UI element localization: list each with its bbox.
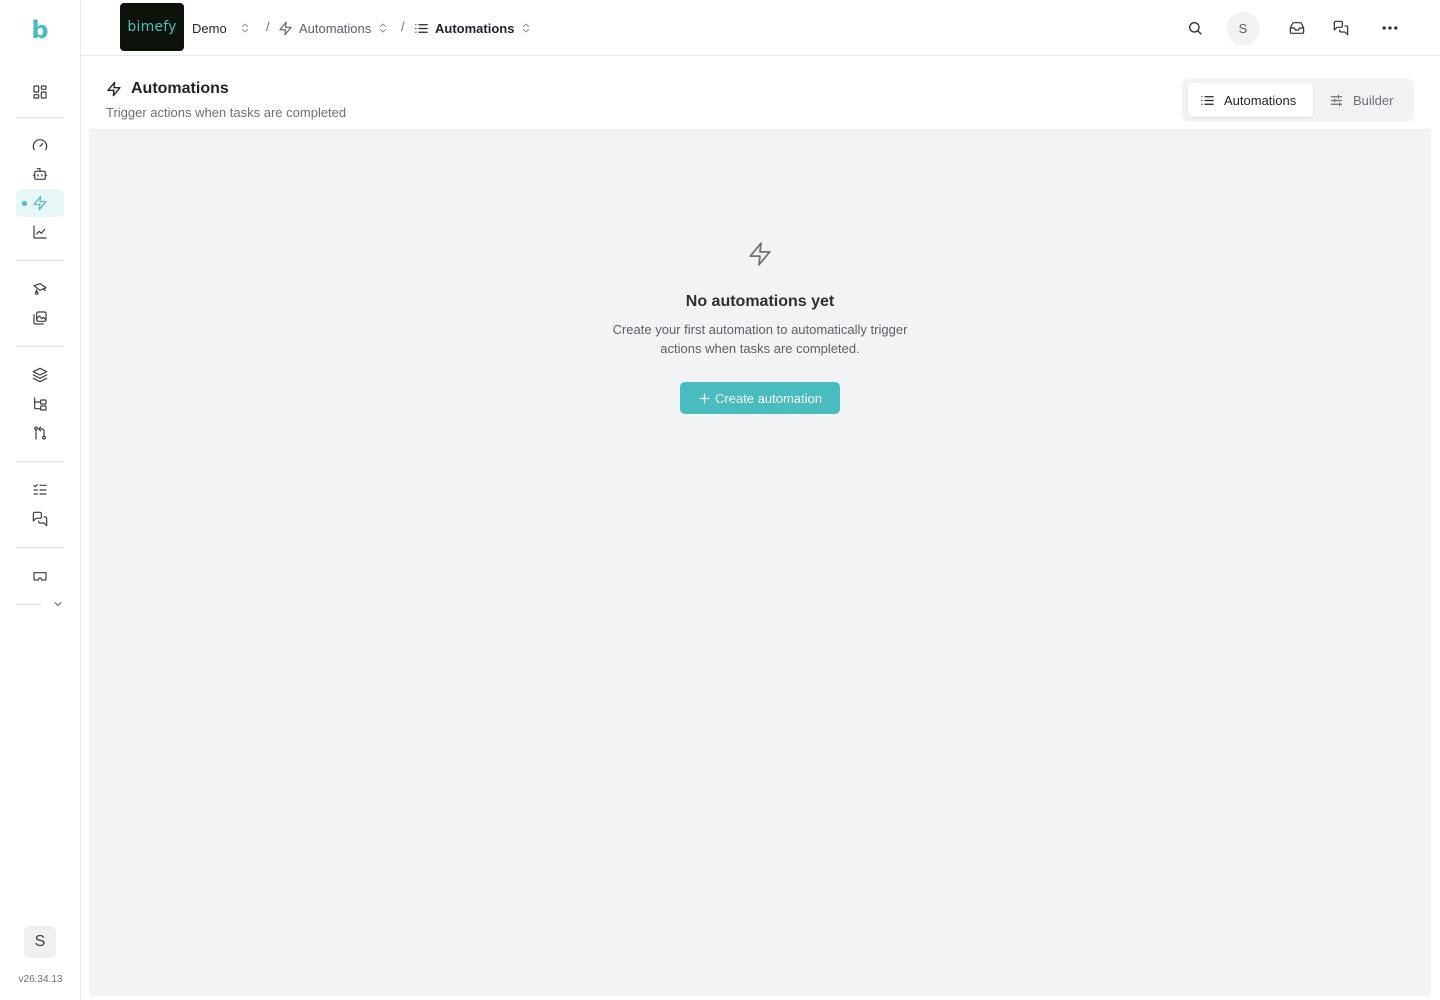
tab-label: Builder: [1353, 92, 1394, 108]
empty-state: No automations yet Create your first aut…: [89, 241, 1431, 414]
inbox-icon[interactable]: [1283, 14, 1311, 42]
page-header: Automations Trigger actions when tasks a…: [89, 65, 1431, 130]
breadcrumb-current[interactable]: Automations: [414, 17, 532, 39]
sidebar: b S v26.34.13: [0, 0, 81, 1000]
images-icon[interactable]: [16, 304, 64, 332]
page-title: Automations: [131, 80, 229, 97]
user-avatar[interactable]: S: [24, 926, 56, 958]
user-avatar[interactable]: S: [1227, 12, 1259, 44]
breadcrumb-label: Demo: [192, 20, 227, 36]
hierarchy-icon[interactable]: [16, 390, 64, 418]
lightning-icon: [278, 21, 293, 36]
search-icon[interactable]: [1181, 14, 1209, 42]
dashboard-icon[interactable]: [16, 78, 64, 106]
robot-icon[interactable]: [16, 160, 64, 188]
brand-logo[interactable]: bimefy: [120, 3, 184, 51]
tab-builder[interactable]: Builder: [1317, 83, 1409, 117]
breadcrumb-project[interactable]: Demo: [192, 17, 251, 39]
sidebar-divider: [16, 260, 64, 261]
tab-automations[interactable]: Automations: [1188, 83, 1313, 117]
chevron-down-icon[interactable]: [52, 598, 64, 610]
sidebar-divider: [16, 604, 42, 605]
sidebar-divider: [16, 117, 64, 118]
breadcrumb-label: Automations: [435, 20, 515, 36]
list-icon: [414, 21, 429, 36]
breadcrumb-section[interactable]: Automations: [278, 17, 389, 39]
page-subtitle: Trigger actions when tasks are completed: [106, 105, 347, 120]
messages-icon[interactable]: [1327, 14, 1355, 42]
merge-icon[interactable]: [16, 419, 64, 447]
breadcrumb-label: Automations: [299, 20, 372, 36]
breadcrumb-separator: /: [266, 19, 270, 34]
gauge-icon[interactable]: [16, 131, 64, 159]
page-title-row: Automations: [106, 80, 229, 98]
create-automation-label: Create automation: [715, 390, 822, 406]
lightning-icon: [747, 241, 773, 267]
checklist-icon[interactable]: [16, 476, 64, 504]
truck-icon[interactable]: [16, 275, 64, 303]
cardboard-icon[interactable]: [16, 562, 64, 590]
list-icon: [1200, 93, 1215, 108]
chart-icon[interactable]: [16, 218, 64, 246]
automations-icon[interactable]: [16, 189, 64, 217]
empty-state-description: Create your first automation to automati…: [612, 322, 908, 356]
topbar: bimefy Demo / Automations / Automations …: [81, 0, 1440, 56]
layers-icon[interactable]: [16, 361, 64, 389]
empty-state-title: No automations yet: [685, 293, 835, 310]
sidebar-divider: [16, 461, 64, 462]
sidebar-divider: [16, 547, 64, 548]
plus-icon: [698, 392, 711, 405]
breadcrumb-separator: /: [401, 19, 405, 34]
sidebar-divider: [16, 346, 64, 347]
tab-label: Automations: [1224, 92, 1297, 108]
chevrons-up-down-icon: [520, 21, 532, 35]
brand-logo-text: bimefy: [127, 19, 177, 35]
sliders-icon: [1329, 93, 1344, 108]
active-indicator: [22, 201, 27, 206]
create-automation-button[interactable]: Create automation: [680, 382, 840, 414]
messages-icon[interactable]: [16, 505, 64, 533]
lightning-icon: [106, 81, 122, 97]
view-switcher: Automations Builder: [1182, 79, 1414, 121]
main-content: Automations Trigger actions when tasks a…: [89, 65, 1431, 996]
app-logo[interactable]: b: [31, 18, 48, 42]
chevrons-up-down-icon: [377, 21, 389, 35]
chevrons-up-down-icon: [239, 21, 251, 35]
more-icon[interactable]: [1376, 14, 1404, 42]
app-version: v26.34.13: [18, 974, 63, 985]
